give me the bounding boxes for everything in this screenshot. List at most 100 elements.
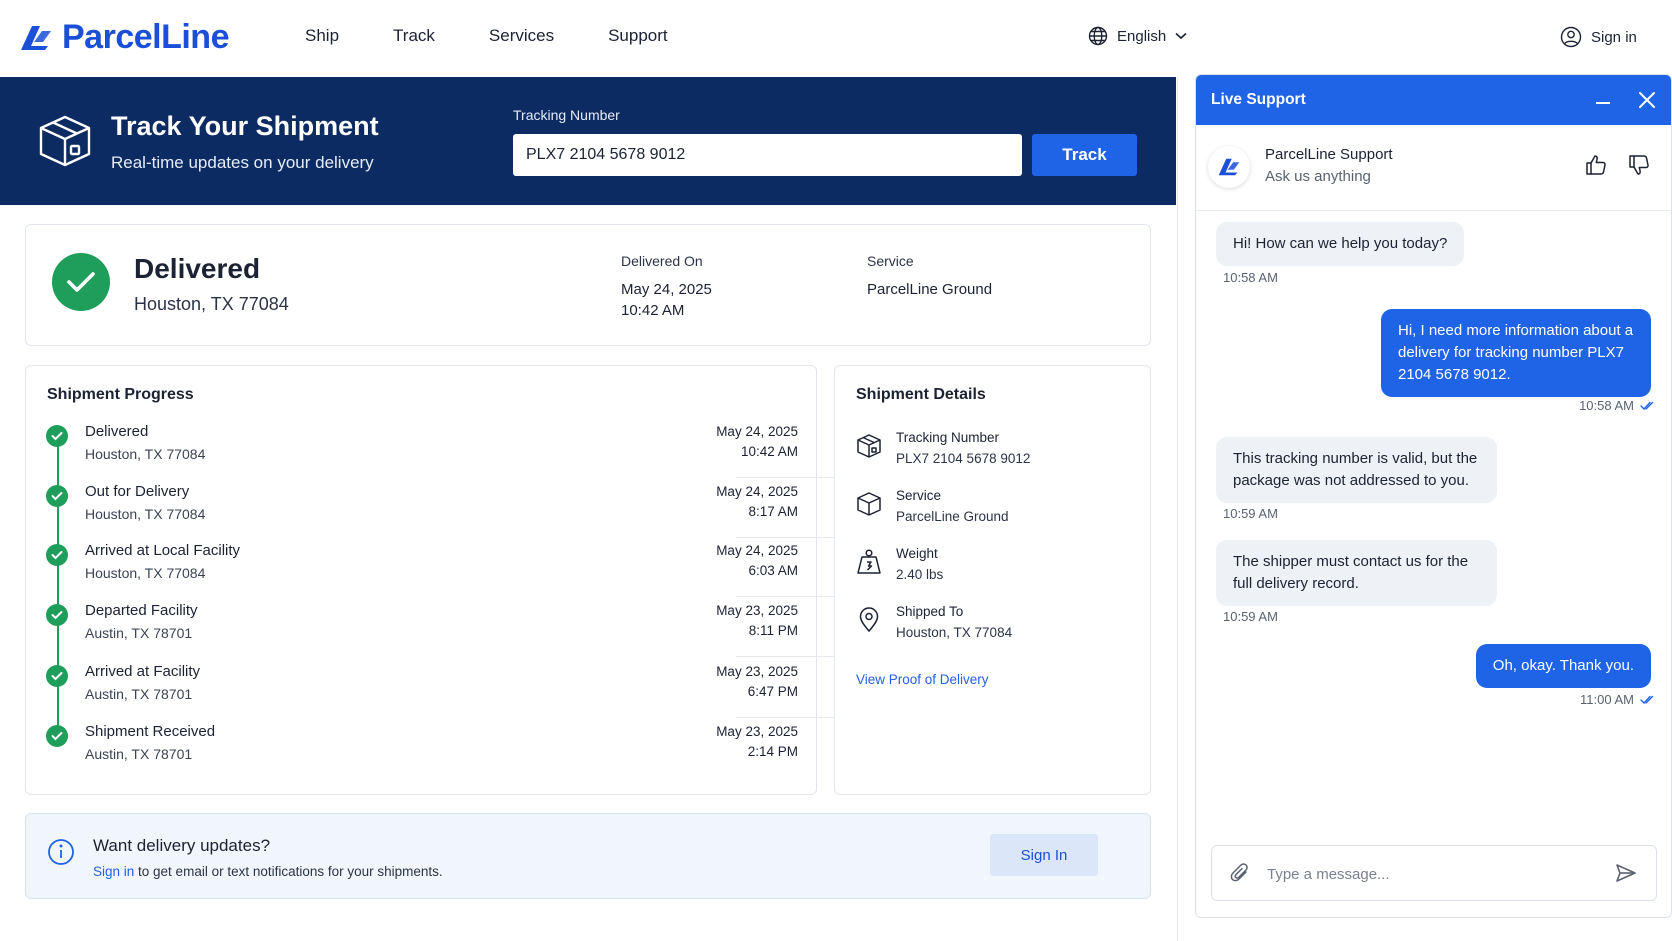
step-time: 8:11 PM [748,623,798,638]
status-location: Houston, TX 77084 [134,294,289,314]
sign-in-button[interactable]: Sign In [990,834,1098,876]
detail-label: Service [896,488,942,503]
step-name: Departed Facility [85,602,198,619]
progress-step: Arrived at Facility Austin, TX 78701 May… [46,662,846,724]
track-hero: Track Your Shipment Real-time updates on… [0,77,1176,205]
shipment-progress-card: Shipment Progress Delivered Houston, TX … [25,365,846,795]
send-icon[interactable] [1615,863,1637,883]
hero-subtitle: Real-time updates on your delivery [111,153,374,172]
package-icon [39,115,91,167]
package-icon [857,434,881,458]
language-label: English [1117,27,1167,45]
step-time: 2:14 PM [747,744,798,759]
step-datetime: May 23, 2025 6:47 PM [716,662,798,702]
detail-value: Houston, TX 77084 [896,625,1013,640]
brand-logo[interactable]: ParcelLine [18,18,229,57]
detail-value: 2.40 lbs [896,567,944,582]
sign-in-link[interactable]: Sign in [1560,26,1637,48]
updates-text: Sign in to get email or text notificatio… [93,864,443,879]
service-label: Service [867,253,914,269]
message-time: 10:59 AM [1223,506,1278,521]
step-location: Austin, TX 78701 [85,686,193,702]
service-value: ParcelLine Ground [867,281,993,298]
delivered-on-date: May 24, 2025 [621,281,712,298]
view-proof-of-delivery-link[interactable]: View Proof of Delivery [856,672,989,687]
shipment-details-card: Shipment Details Tracking Number PLX7 21… [834,365,1151,795]
step-name: Arrived at Local Facility [85,542,241,559]
thumbs-down-icon[interactable] [1627,153,1651,177]
nav-track[interactable]: Track [393,26,435,46]
location-pin-icon [859,607,879,633]
language-selector[interactable]: English [1088,26,1187,46]
step-location: Houston, TX 77084 [85,565,206,581]
delivery-status-card: Delivered Houston, TX 77084 Delivered On… [25,224,1151,346]
message-timestamp: 10:59 AM [1223,609,1278,624]
hero-title: Track Your Shipment [111,111,379,141]
agent-name: ParcelLine Support [1265,146,1393,163]
step-check-icon [46,544,68,566]
nav-support[interactable]: Support [608,26,668,46]
message-time: 10:58 AM [1223,270,1278,285]
sign-in-label: Sign in [1591,28,1637,46]
status-title: Delivered [134,253,261,284]
message-timestamp: 11:00 AM [1580,692,1634,707]
agent-subtitle: Ask us anything [1265,168,1371,185]
message-time: 10:58 AM [1579,398,1656,413]
step-check-icon [46,665,68,687]
chat-message-agent: Hi! How can we help you today? [1216,222,1465,266]
step-name: Shipment Received [85,723,216,740]
agent-avatar [1208,146,1250,188]
step-time: 6:03 AM [748,563,798,578]
thumbs-up-icon[interactable] [1584,153,1608,177]
step-name: Out for Delivery [85,483,190,500]
message-input[interactable] [1267,859,1597,889]
step-date: May 24, 2025 [716,484,798,499]
progress-title: Shipment Progress [47,386,194,403]
weight-icon [857,549,881,574]
step-date: May 23, 2025 [716,664,798,679]
chat-title: Live Support [1211,91,1306,108]
message-timestamp: 10:59 AM [1223,506,1278,521]
step-separator [736,477,846,478]
step-name: Arrived at Facility [85,663,201,680]
minimize-icon[interactable] [1593,91,1613,111]
progress-step: Shipment Received Austin, TX 78701 May 2… [46,722,798,784]
step-location: Houston, TX 77084 [85,506,206,522]
details-title: Shipment Details [856,386,986,403]
message-time: 11:00 AM [1580,692,1656,707]
step-date: May 23, 2025 [716,603,798,618]
progress-step: Arrived at Local Facility Houston, TX 77… [46,541,846,603]
chat-message-user: Hi, I need more information about a deli… [1381,309,1651,397]
detail-label: Tracking Number [896,430,1000,445]
step-check-icon [46,425,68,447]
step-separator [736,596,846,597]
step-time: 8:17 AM [748,504,798,519]
panel-divider [1177,77,1178,941]
updates-sign-in-link[interactable]: Sign in [93,864,134,879]
step-date: May 23, 2025 [716,724,798,739]
box-icon [857,492,881,516]
step-separator [736,656,846,657]
chat-composer [1211,845,1657,901]
nav-services[interactable]: Services [489,26,554,46]
parcelline-logo-icon [21,25,51,50]
track-button[interactable]: Track [1032,134,1137,176]
user-icon [1560,26,1582,48]
chevron-down-icon [1175,32,1187,40]
detail-value: PLX7 2104 5678 9012 [896,451,1031,466]
delivered-on-label: Delivered On [621,253,703,269]
close-icon[interactable] [1636,89,1658,111]
step-time: 6:47 PM [747,684,798,699]
tracking-number-input[interactable] [513,134,1022,176]
nav-ship[interactable]: Ship [305,26,339,46]
message-time: 10:59 AM [1223,609,1278,624]
paperclip-icon[interactable] [1229,862,1251,884]
message-timestamp: 10:58 AM [1223,270,1278,285]
parcelline-logo-icon [1218,158,1240,176]
tracking-number-label: Tracking Number [513,107,620,123]
step-location: Austin, TX 78701 [85,625,193,641]
step-check-icon [46,725,68,747]
detail-label: Weight [896,546,938,561]
chat-agent-row: ParcelLine Support Ask us anything [1196,125,1671,211]
brand-name: ParcelLine [62,18,229,56]
